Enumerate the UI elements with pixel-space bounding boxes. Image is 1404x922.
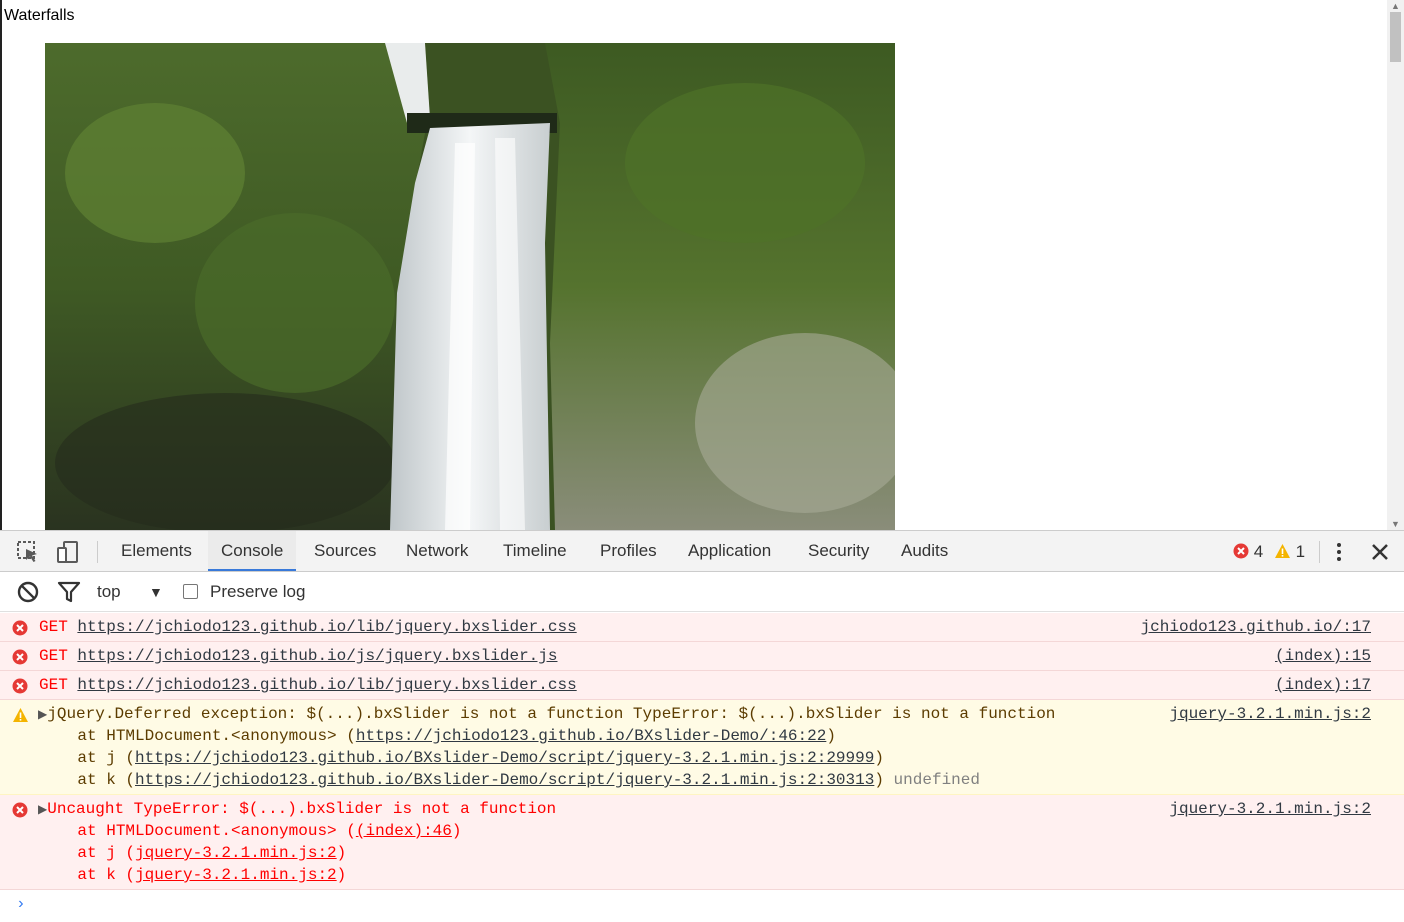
preserve-log-label[interactable]: Preserve log	[210, 572, 305, 612]
message-body: jQuery.Deferred exception: $(...).bxSlid…	[47, 705, 1056, 723]
scrollbar-thumb[interactable]	[1390, 12, 1401, 62]
kebab-menu-icon[interactable]	[1327, 540, 1351, 564]
console-error-message: GET https://jchiodo123.github.io/js/jque…	[0, 642, 1404, 671]
expand-triangle-icon[interactable]: ▶	[38, 708, 47, 722]
message-text: ▶jQuery.Deferred exception: $(...).bxSli…	[38, 703, 1055, 726]
stack-frame-suffix: )	[336, 844, 347, 862]
toolbar-divider	[1319, 541, 1320, 563]
error-count: 4	[1253, 542, 1264, 561]
message-text: GET https://jchiodo123.github.io/js/jque…	[39, 645, 557, 667]
console-error-message: ▶Uncaught TypeError: $(...).bxSlider is …	[0, 795, 1404, 890]
stack-frame-prefix: at k (	[39, 866, 136, 884]
close-icon[interactable]	[1368, 540, 1392, 564]
request-method: GET	[39, 618, 78, 636]
filter-icon[interactable]	[57, 580, 81, 604]
console-error-message: GET https://jchiodo123.github.io/lib/jqu…	[0, 613, 1404, 642]
console-messages: GET https://jchiodo123.github.io/lib/jqu…	[0, 613, 1404, 922]
preserve-log-checkbox[interactable]	[183, 584, 198, 599]
message-text: GET https://jchiodo123.github.io/lib/jqu…	[39, 616, 577, 638]
stack-frame: at j (jquery-3.2.1.min.js:2)	[39, 842, 346, 864]
chevron-down-icon[interactable]: ▼	[149, 572, 163, 612]
error-icon	[12, 678, 28, 694]
stack-frame-link[interactable]: https://jchiodo123.github.io/BXslider-De…	[356, 727, 826, 745]
tab-network[interactable]: Network	[406, 531, 468, 571]
inspect-element-icon[interactable]	[16, 540, 40, 564]
tab-timeline[interactable]: Timeline	[503, 531, 567, 571]
request-url-link[interactable]: https://jchiodo123.github.io/lib/jquery.…	[77, 676, 576, 694]
stack-frame-prefix: at j (	[39, 749, 136, 767]
scroll-down-arrow-icon[interactable]: ▼	[1387, 518, 1404, 530]
console-error-message: GET https://jchiodo123.github.io/lib/jqu…	[0, 671, 1404, 700]
stack-frame-suffix: )	[336, 866, 347, 884]
tab-sources[interactable]: Sources	[314, 531, 376, 571]
tab-elements[interactable]: Elements	[121, 531, 192, 571]
stack-frame-link[interactable]: jquery-3.2.1.min.js:2	[135, 866, 337, 884]
devtools-panel: Elements Console Sources Network Timelin…	[0, 530, 1404, 922]
page-title: Waterfalls	[4, 7, 75, 24]
source-link[interactable]: jchiodo123.github.io/:17	[1141, 616, 1371, 638]
stack-frame-suffix: )	[451, 822, 462, 840]
stack-frame-link[interactable]: https://jchiodo123.github.io/BXslider-De…	[135, 771, 874, 789]
error-icon	[12, 802, 28, 818]
message-body: Uncaught TypeError: $(...).bxSlider is n…	[47, 800, 557, 818]
stack-frame: at k (https://jchiodo123.github.io/BXsli…	[39, 769, 980, 791]
source-link[interactable]: jquery-3.2.1.min.js:2	[1169, 703, 1371, 725]
stack-frame-suffix: )	[874, 749, 884, 767]
stack-frame: at HTMLDocument.<anonymous> ((index):46)	[39, 820, 461, 842]
stack-frame: at HTMLDocument.<anonymous> (https://jch…	[39, 725, 836, 747]
stack-frame-prefix: at k (	[39, 771, 136, 789]
stack-frame-prefix: at HTMLDocument.<anonymous> (	[39, 727, 356, 745]
tab-security[interactable]: Security	[808, 531, 869, 571]
stack-frame-prefix: at HTMLDocument.<anonymous> (	[39, 822, 356, 840]
warning-icon	[12, 707, 28, 723]
stack-frame-link[interactable]: jquery-3.2.1.min.js:2	[135, 844, 337, 862]
tab-application[interactable]: Application	[688, 531, 771, 571]
message-text: ▶Uncaught TypeError: $(...).bxSlider is …	[38, 798, 556, 821]
request-url-link[interactable]: https://jchiodo123.github.io/js/jquery.b…	[77, 647, 557, 665]
tab-console[interactable]: Console	[208, 531, 297, 571]
console-filterbar: top ▼ Preserve log	[0, 572, 1404, 612]
devtools-tabbar: Elements Console Sources Network Timelin…	[0, 531, 1404, 572]
context-selector[interactable]: top	[97, 572, 121, 612]
console-prompt[interactable]: ›	[16, 895, 26, 913]
stack-frame: at k (jquery-3.2.1.min.js:2)	[39, 864, 346, 886]
page-viewport: Waterfalls ▲ ▼	[0, 0, 1404, 530]
source-link[interactable]: jquery-3.2.1.min.js:2	[1169, 798, 1371, 820]
error-icon	[1233, 543, 1249, 559]
waterfall-image	[45, 43, 895, 530]
clear-console-icon[interactable]	[16, 580, 40, 604]
stack-frame-suffix: )	[874, 771, 884, 789]
warning-icon	[1274, 544, 1290, 558]
undefined-value: undefined	[883, 771, 980, 789]
error-icon	[12, 649, 28, 665]
request-url-link[interactable]: https://jchiodo123.github.io/lib/jquery.…	[77, 618, 576, 636]
stack-frame-link[interactable]: https://jchiodo123.github.io/BXslider-De…	[135, 749, 874, 767]
stack-frame-prefix: at j (	[39, 844, 136, 862]
page-scrollbar[interactable]: ▲ ▼	[1387, 0, 1404, 530]
stack-frame-suffix: )	[826, 727, 836, 745]
console-status-counts[interactable]: 4 1	[1233, 541, 1305, 563]
error-icon	[12, 620, 28, 636]
device-toolbar-icon[interactable]	[56, 540, 80, 564]
request-method: GET	[39, 676, 78, 694]
toolbar-divider	[97, 541, 98, 563]
source-link[interactable]: (index):15	[1275, 645, 1371, 667]
tab-audits[interactable]: Audits	[901, 531, 948, 571]
scroll-up-arrow-icon[interactable]: ▲	[1387, 0, 1404, 12]
console-warning-message: ▶jQuery.Deferred exception: $(...).bxSli…	[0, 700, 1404, 795]
source-link[interactable]: (index):17	[1275, 674, 1371, 696]
stack-frame: at j (https://jchiodo123.github.io/BXsli…	[39, 747, 884, 769]
tab-profiles[interactable]: Profiles	[600, 531, 657, 571]
stack-frame-link[interactable]: (index):46	[356, 822, 452, 840]
warning-count: 1	[1295, 542, 1306, 561]
message-text: GET https://jchiodo123.github.io/lib/jqu…	[39, 674, 577, 696]
expand-triangle-icon[interactable]: ▶	[38, 803, 47, 817]
request-method: GET	[39, 647, 78, 665]
